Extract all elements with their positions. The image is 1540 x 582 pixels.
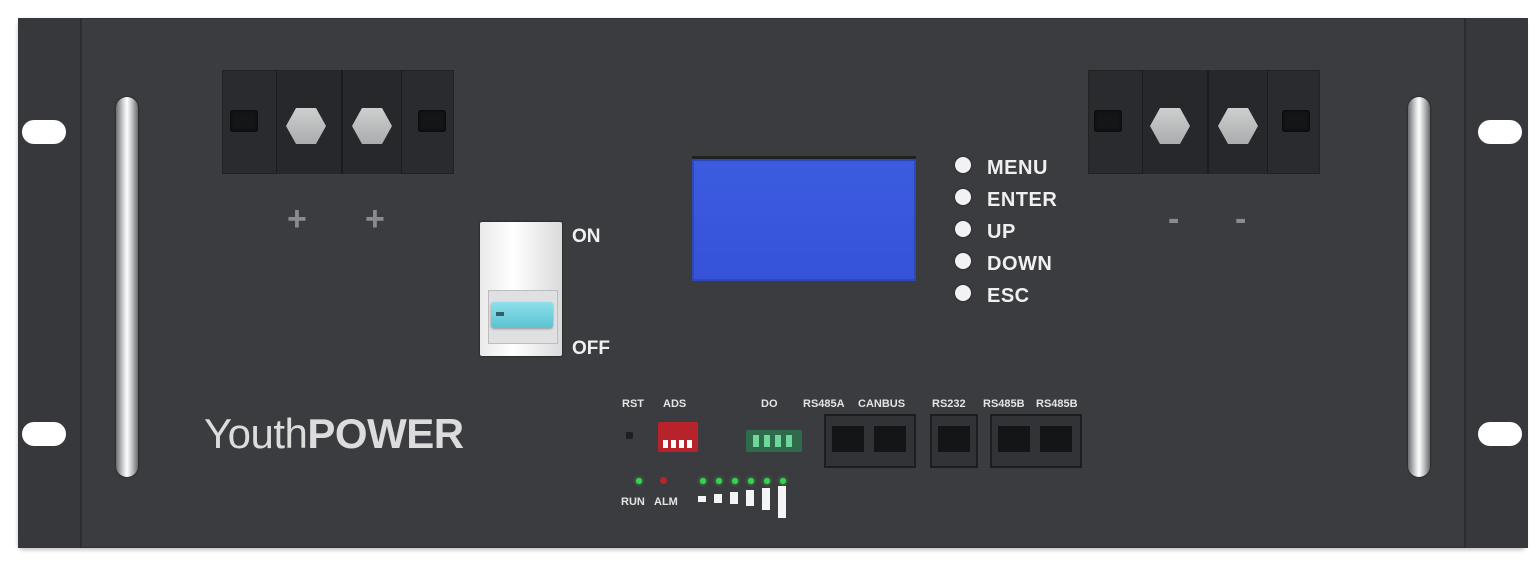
dip-key — [663, 440, 668, 448]
left-rack-ear — [18, 18, 82, 548]
terminal-hole — [230, 110, 258, 132]
soc-led-icon — [748, 478, 754, 484]
right-rack-ear — [1464, 18, 1528, 548]
soc-bar — [778, 486, 786, 518]
soc-led-icon — [700, 478, 706, 484]
rj45-port-icon[interactable] — [938, 426, 970, 452]
reset-button[interactable] — [626, 432, 633, 439]
soc-bar — [698, 496, 706, 502]
breaker-on-label: ON — [572, 226, 601, 247]
breaker-off-label: OFF — [572, 338, 610, 359]
breaker-toggle-mark — [496, 312, 504, 316]
menu-button[interactable] — [955, 157, 971, 173]
enter-button-label: ENTER — [987, 189, 1058, 211]
rj45-port-icon[interactable] — [1040, 426, 1072, 452]
canbus-label: CANBUS — [858, 398, 906, 410]
mounting-slot-bottom-left — [22, 422, 66, 446]
do-pin — [764, 435, 770, 447]
rj45-port-icon[interactable] — [874, 426, 906, 452]
mounting-slot-bottom-right — [1478, 422, 1522, 446]
positive-label: + — [365, 200, 385, 238]
mounting-slot-top-right — [1478, 120, 1522, 144]
rs232-label: RS232 — [932, 398, 966, 410]
negative-label: - — [1168, 200, 1180, 238]
dip-key — [671, 440, 676, 448]
down-button[interactable] — [955, 253, 971, 269]
ads-label: ADS — [663, 398, 687, 410]
run-label: RUN — [621, 496, 645, 508]
do-label: DO — [761, 398, 778, 410]
do-pin — [775, 435, 781, 447]
soc-bar — [762, 488, 770, 510]
rack-handle-icon[interactable] — [1408, 97, 1430, 477]
dip-key — [679, 440, 684, 448]
lcd-display — [692, 156, 916, 281]
brand-logo-bold: POWER — [307, 410, 464, 457]
rs485b-label: RS485B — [1036, 398, 1078, 410]
soc-led-icon — [716, 478, 722, 484]
dip-key — [687, 440, 692, 448]
brand-logo-light: Youth — [204, 410, 308, 457]
rs485a-label: RS485A — [803, 398, 845, 410]
mounting-slot-top-left — [22, 120, 66, 144]
rs485b-label: RS485B — [983, 398, 1025, 410]
rj45-port-icon[interactable] — [832, 426, 864, 452]
do-pin — [753, 435, 759, 447]
rj45-port-icon[interactable] — [998, 426, 1030, 452]
up-button[interactable] — [955, 221, 971, 237]
rack-handle-icon[interactable] — [116, 97, 138, 477]
down-button-label: DOWN — [987, 253, 1053, 275]
soc-bar — [746, 490, 754, 506]
soc-bar — [714, 494, 722, 503]
rst-label: RST — [622, 398, 644, 410]
soc-led-icon — [732, 478, 738, 484]
alm-label: ALM — [654, 496, 678, 508]
terminal-hole — [418, 110, 446, 132]
terminal-hole — [1282, 110, 1310, 132]
soc-led-icon — [780, 478, 786, 484]
soc-bar — [730, 492, 738, 504]
esc-button[interactable] — [955, 285, 971, 301]
esc-button-label: ESC — [987, 285, 1030, 307]
positive-label: + — [287, 200, 307, 238]
terminal-hole — [1094, 110, 1122, 132]
negative-label: - — [1235, 200, 1247, 238]
brand-logo: YouthPOWER — [204, 410, 464, 458]
up-button-label: UP — [987, 221, 1016, 243]
alarm-led-icon — [660, 477, 667, 484]
enter-button[interactable] — [955, 189, 971, 205]
do-pin — [786, 435, 792, 447]
soc-led-icon — [764, 478, 770, 484]
run-led-icon — [636, 478, 642, 484]
menu-button-label: MENU — [987, 157, 1048, 179]
